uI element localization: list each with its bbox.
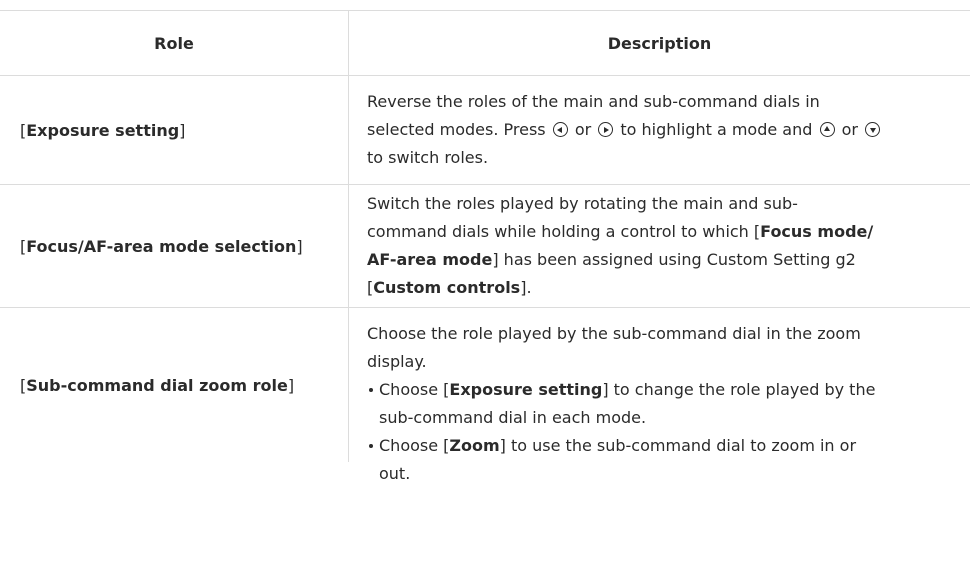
desc-line: sub-command dial in each mode. (379, 408, 647, 427)
description-cell: Reverse the roles of the main and sub-co… (349, 76, 970, 184)
description-column-header: Description (607, 33, 712, 53)
desc-line: Choose the role played by the sub-comman… (367, 324, 861, 343)
desc-line: ] has been assigned using Custom Setting… (492, 250, 856, 269)
desc-line: selected modes. Press (367, 120, 546, 139)
role-column-header: Role (0, 11, 349, 75)
multi-selector-up-icon (819, 122, 835, 137)
role-name: Exposure setting (26, 120, 180, 140)
desc-bold: Focus mode/ (760, 222, 874, 241)
desc-word: or (574, 120, 592, 139)
description-text: Switch the roles played by rotating the … (367, 190, 873, 302)
desc-line: ] to use the sub-command dial to zoom in… (499, 436, 857, 455)
desc-line: Choose [ (379, 436, 450, 455)
desc-line: command dials while holding a control to… (367, 222, 761, 241)
desc-word: or (841, 120, 858, 139)
description-text: Reverse the roles of the main and sub-co… (367, 88, 882, 172)
settings-table: Role Description [Exposure setting] Reve… (0, 10, 970, 483)
description-cell: Switch the roles played by rotating the … (349, 185, 970, 307)
role-cell: [Exposure setting] (0, 76, 349, 184)
desc-line: to switch roles. (367, 148, 489, 167)
desc-line: Reverse the roles of the main and sub-co… (367, 92, 820, 111)
table-row: [Exposure setting] Reverse the roles of … (0, 76, 970, 185)
desc-line: ]. (520, 278, 532, 297)
bracket-close: ] (296, 236, 303, 256)
desc-bold: AF-area mode (367, 250, 493, 269)
description-text: Choose the role played by the sub-comman… (367, 320, 875, 488)
list-item: Choose [Exposure setting] to change the … (367, 376, 875, 432)
bracket-close: ] (287, 375, 295, 395)
desc-line: out. (379, 464, 411, 483)
multi-selector-right-icon (598, 122, 614, 137)
multi-selector-left-icon (552, 122, 568, 137)
table-header: Role Description (0, 10, 970, 76)
bracket-close: ] (179, 120, 186, 140)
role-cell: [Sub-command dial zoom role] (0, 308, 349, 462)
role-name: Sub-command dial zoom role (26, 375, 288, 395)
table-row: [Sub-command dial zoom role] Choose the … (0, 308, 970, 483)
desc-line: Choose [ (379, 380, 450, 399)
desc-line: Switch the roles played by rotating the … (367, 194, 798, 213)
description-cell: Choose the role played by the sub-comman… (349, 308, 970, 483)
table-row: [Focus/AF-area mode selection] Switch th… (0, 185, 970, 308)
desc-line: ] to change the role played by the (602, 380, 876, 399)
role-cell: [Focus/AF-area mode selection] (0, 185, 349, 307)
desc-bold: Zoom (449, 436, 500, 455)
desc-bold: Exposure setting (449, 380, 603, 399)
desc-bold: Custom controls (373, 278, 521, 297)
list-item: Choose [Zoom] to use the sub-command dia… (367, 432, 875, 488)
multi-selector-down-icon (865, 122, 881, 137)
desc-line: display. (367, 352, 427, 371)
desc-line: to highlight a mode and (620, 120, 813, 139)
option-list: Choose [Exposure setting] to change the … (367, 376, 875, 488)
role-name: Focus/AF-area mode selection (26, 236, 297, 256)
